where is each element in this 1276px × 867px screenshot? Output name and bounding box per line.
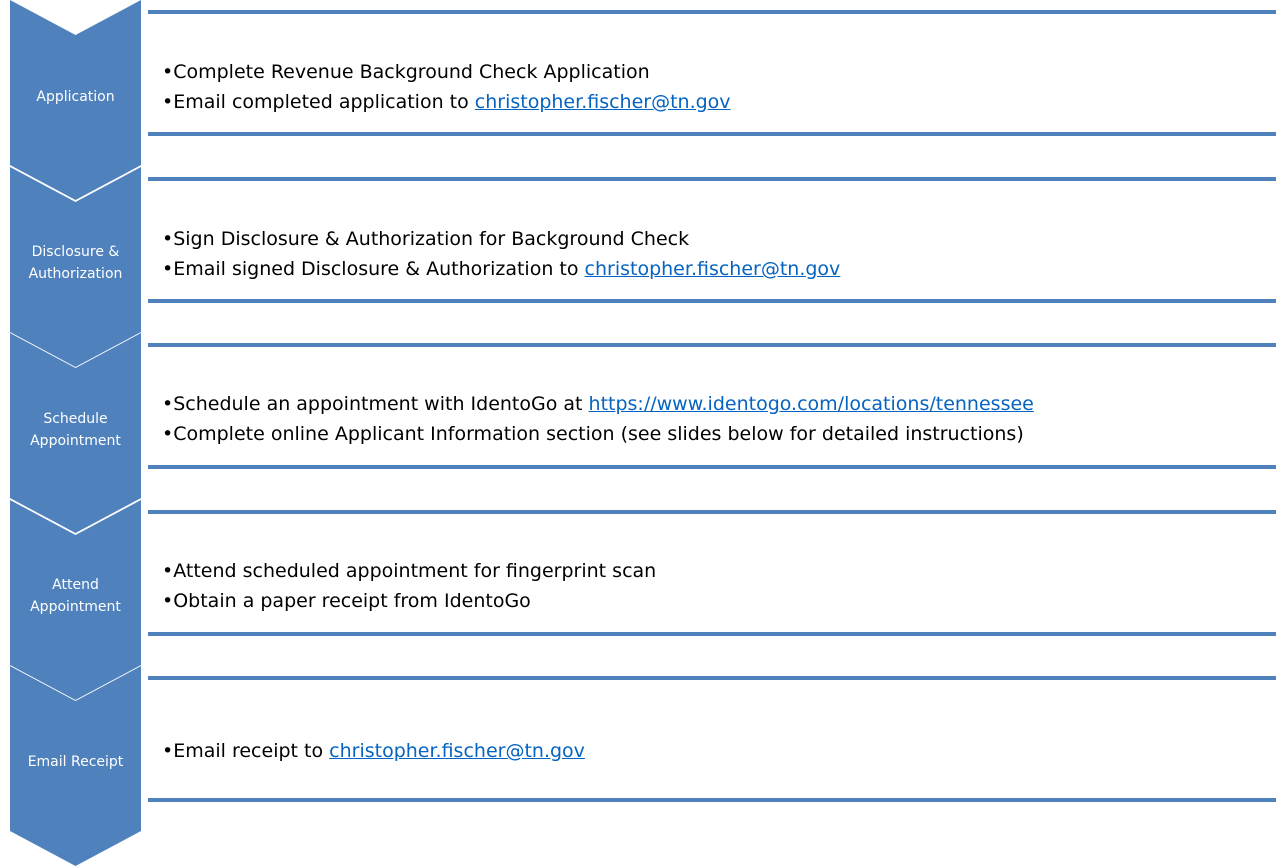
bullet-icon: • (162, 560, 174, 582)
step-label: Email Receipt (27, 754, 124, 770)
bullet-item: •Schedule an appointment with IdentoGo a… (162, 389, 1276, 419)
bullet-icon: • (162, 393, 174, 415)
bullet-text: Email receipt to (173, 740, 330, 762)
bullet-text: Email completed application to (173, 91, 475, 113)
bullet-icon: • (162, 228, 174, 250)
bullet-item: •Complete online Applicant Information s… (162, 419, 1276, 449)
bullet-item: •Email completed application to christop… (162, 87, 1276, 117)
step-label: Appointment (30, 433, 121, 449)
step-panel: •Complete Revenue Background Check Appli… (148, 10, 1276, 136)
email-link[interactable]: christopher.fischer@tn.gov (475, 91, 731, 113)
step-panel: •Schedule an appointment with IdentoGo a… (148, 343, 1276, 469)
bullet-text: Complete online Applicant Information se… (173, 423, 1024, 445)
bullet-text: Email signed Disclosure & Authorization … (173, 258, 585, 280)
bullet-icon: • (162, 740, 174, 762)
email-link[interactable]: https://www.identogo.com/locations/tenne… (589, 393, 1034, 415)
bullet-text: Complete Revenue Background Check Applic… (173, 61, 650, 83)
bullet-text: Attend scheduled appointment for fingerp… (173, 560, 657, 582)
bullet-item: •Email receipt to christopher.fischer@tn… (162, 736, 1276, 766)
email-link[interactable]: christopher.fischer@tn.gov (329, 740, 585, 762)
bullet-icon: • (162, 423, 174, 445)
bullet-icon: • (162, 61, 174, 83)
bullet-text: Sign Disclosure & Authorization for Back… (173, 228, 690, 250)
step-label: Authorization (28, 266, 123, 282)
bullet-item: •Complete Revenue Background Check Appli… (162, 57, 1276, 87)
step-label: Application (36, 89, 115, 105)
bullet-icon: • (162, 91, 174, 113)
bullet-list: •Email receipt to christopher.fischer@tn… (162, 736, 1276, 766)
bullet-item: •Sign Disclosure & Authorization for Bac… (162, 224, 1276, 254)
step-panel: •Sign Disclosure & Authorization for Bac… (148, 177, 1276, 303)
bullet-list: •Attend scheduled appointment for finger… (162, 556, 1276, 616)
step-label: Appointment (30, 599, 121, 615)
bullet-item: •Attend scheduled appointment for finger… (162, 556, 1276, 586)
step-label: Disclosure & (31, 244, 120, 260)
bullet-text: Obtain a paper receipt from IdentoGo (173, 590, 531, 612)
step-label: Attend (52, 577, 99, 593)
bullet-list: •Complete Revenue Background Check Appli… (162, 57, 1276, 117)
step-panel: •Email receipt to christopher.fischer@tn… (148, 676, 1276, 802)
bullet-icon: • (162, 258, 174, 280)
step-label: Schedule (43, 411, 108, 427)
bullet-list: •Schedule an appointment with IdentoGo a… (162, 389, 1276, 449)
step-panel: •Attend scheduled appointment for finger… (148, 510, 1276, 636)
bullet-icon: • (162, 590, 174, 612)
email-link[interactable]: christopher.fischer@tn.gov (585, 258, 841, 280)
bullet-list: •Sign Disclosure & Authorization for Bac… (162, 224, 1276, 284)
bullet-text: Schedule an appointment with IdentoGo at (173, 393, 589, 415)
bullet-item: •Obtain a paper receipt from IdentoGo (162, 586, 1276, 616)
bullet-item: •Email signed Disclosure & Authorization… (162, 254, 1276, 284)
